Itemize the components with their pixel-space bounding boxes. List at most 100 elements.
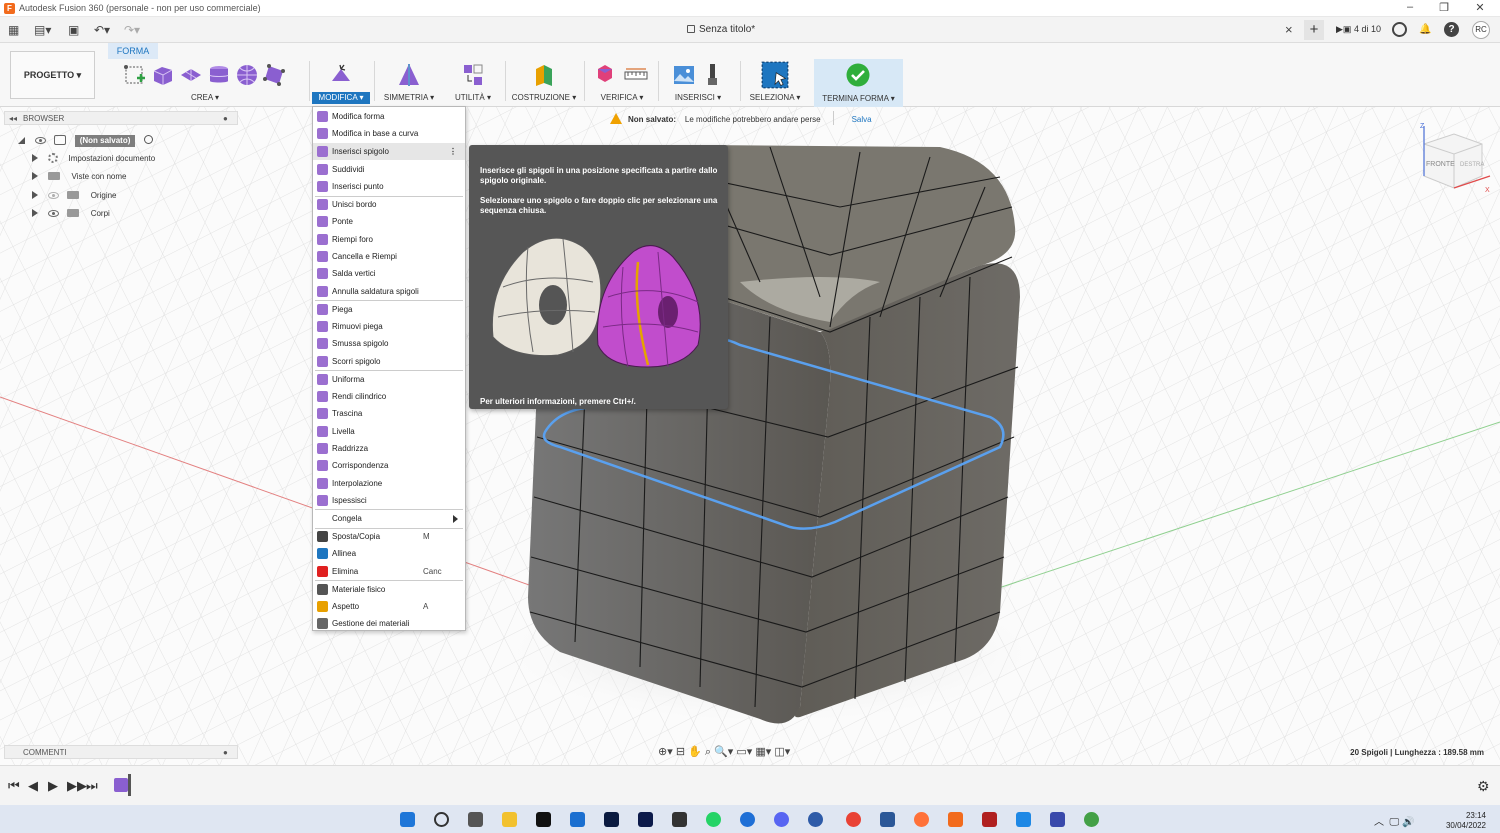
document-tab[interactable]: Senza titolo*: [687, 24, 755, 35]
new-tab-button[interactable]: +: [1304, 20, 1324, 40]
sketch-icon[interactable]: [123, 63, 147, 87]
inserisci-label[interactable]: INSERISCI ▾: [662, 93, 734, 102]
data-panel-grid-icon[interactable]: ▦: [8, 23, 19, 37]
select-icon[interactable]: [761, 61, 789, 89]
cylinder-icon[interactable]: [207, 63, 231, 87]
file-menu-icon[interactable]: ▤▾: [34, 23, 51, 37]
notifications-bell-icon[interactable]: 🔔: [1418, 22, 1433, 37]
zoom-icon[interactable]: ⌕: [705, 746, 711, 758]
netflix-icon[interactable]: [536, 812, 551, 827]
menu-item-insert-point[interactable]: Inserisci punto: [313, 178, 465, 195]
look-at-icon[interactable]: ⊟: [676, 746, 685, 758]
undo-icon[interactable]: ↶▾: [94, 23, 110, 37]
costruzione-label[interactable]: COSTRUZIONE ▾: [508, 93, 580, 102]
more-options-icon[interactable]: ⋮: [449, 143, 457, 160]
menu-item-match[interactable]: Corrispondenza: [313, 457, 465, 474]
expanded-triangle-icon[interactable]: [18, 137, 25, 144]
app-c-icon[interactable]: [1016, 812, 1031, 827]
modify-form-icon[interactable]: [329, 63, 353, 87]
fusion-taskbar-icon[interactable]: [948, 812, 963, 827]
active-radio-icon[interactable]: [143, 135, 153, 144]
measure-icon[interactable]: [624, 63, 648, 87]
step-forward-icon[interactable]: ▶▶: [67, 778, 87, 794]
verifica-label[interactable]: VERIFICA ▾: [590, 93, 654, 102]
menu-item-align[interactable]: Allinea: [313, 545, 465, 562]
menu-item-bridge[interactable]: Ponte: [313, 213, 465, 230]
menu-item-edit-curve[interactable]: Modifica in base a curva: [313, 125, 465, 142]
browser-item-origin[interactable]: Origine: [32, 188, 117, 204]
job-status-icon[interactable]: [1392, 22, 1407, 37]
menu-item-smooth[interactable]: Uniforma: [313, 371, 465, 388]
prime-video-icon[interactable]: [604, 812, 619, 827]
menu-item-thicken[interactable]: Ispessisci: [313, 492, 465, 509]
expand-triangle-icon[interactable]: [32, 191, 38, 199]
menu-item-physical-material[interactable]: Materiale fisico: [313, 581, 465, 598]
orbit-icon[interactable]: ⊕▾: [658, 746, 673, 758]
menu-item-edit-form[interactable]: Modifica forma: [313, 108, 465, 125]
expand-triangle-icon[interactable]: [32, 209, 38, 217]
app-globe-icon[interactable]: [1084, 812, 1099, 827]
crea-label[interactable]: CREA ▾: [105, 93, 305, 102]
timeline-settings-icon[interactable]: ⚙: [1477, 778, 1490, 795]
plane-icon[interactable]: [179, 63, 203, 87]
menu-item-erase-fill[interactable]: Cancella e Riempi: [313, 248, 465, 265]
browser-item-views[interactable]: Viste con nome: [32, 169, 126, 185]
utilities-icon[interactable]: [461, 63, 485, 87]
minimize-icon[interactable]: –: [1402, 1, 1418, 13]
grid-settings-icon[interactable]: ▦▾: [755, 746, 771, 758]
whatsapp-icon[interactable]: [706, 812, 721, 827]
project-menu-button[interactable]: PROGETTO ▾: [10, 51, 95, 99]
display-settings-icon[interactable]: ▭▾: [736, 746, 752, 758]
comments-pin-icon[interactable]: ●: [223, 746, 228, 759]
hidden-eye-icon[interactable]: [48, 192, 60, 199]
construction-plane-icon[interactable]: [532, 63, 556, 87]
browser-item-settings[interactable]: Impostazioni documento: [32, 151, 155, 167]
menu-item-straighten[interactable]: Raddrizza: [313, 440, 465, 457]
menu-item-fill-hole[interactable]: Riempi foro: [313, 231, 465, 248]
discord-icon[interactable]: [774, 812, 789, 827]
task-view-icon[interactable]: [468, 812, 483, 827]
pin-icon[interactable]: ●: [223, 112, 228, 125]
menu-item-appearance[interactable]: Aspetto A: [313, 598, 465, 615]
sphere-icon[interactable]: [235, 63, 259, 87]
menu-item-congela[interactable]: Congela: [313, 510, 465, 527]
collapse-browser-icon[interactable]: ◂◂: [9, 112, 17, 125]
app-red-icon[interactable]: [982, 812, 997, 827]
face-icon[interactable]: [263, 63, 287, 87]
utilita-label[interactable]: UTILITÀ ▾: [444, 93, 502, 102]
version-indicator[interactable]: ▶▣ 4 di 10: [1336, 24, 1381, 35]
chrome-icon[interactable]: [846, 812, 861, 827]
system-tray[interactable]: ︿ 🖵 🔊: [1374, 813, 1414, 828]
menu-item-merge-edge[interactable]: Unisci bordo: [313, 196, 465, 213]
step-back-icon[interactable]: ◀: [28, 778, 38, 794]
messenger-icon[interactable]: [740, 812, 755, 827]
form-feature-icon[interactable]: [114, 778, 128, 792]
menu-item-subdivide[interactable]: Suddividi: [313, 161, 465, 178]
file-explorer-icon[interactable]: [502, 812, 517, 827]
save-link[interactable]: Salva: [852, 115, 872, 124]
save-icon[interactable]: ▣: [68, 23, 79, 37]
browser-root-item[interactable]: (Non salvato): [18, 133, 153, 149]
finish-form-button[interactable]: TERMINA FORMA ▾: [814, 59, 903, 107]
seleziona-label[interactable]: SELEZIONA ▾: [744, 93, 806, 102]
viewports-icon[interactable]: ◫▾: [774, 746, 790, 758]
store-icon[interactable]: [570, 812, 585, 827]
timeline-marker[interactable]: [128, 774, 131, 796]
tab-forma[interactable]: FORMA: [108, 43, 158, 59]
expand-triangle-icon[interactable]: [32, 172, 38, 180]
user-avatar[interactable]: RC: [1472, 21, 1490, 39]
menu-item-manage-materials[interactable]: Gestione dei materiali: [313, 615, 465, 632]
menu-item-crease[interactable]: Piega: [313, 301, 465, 318]
symmetry-icon[interactable]: [397, 63, 421, 87]
restore-icon[interactable]: ❐: [1436, 1, 1452, 14]
clock[interactable]: 23:14 30/04/2022: [1446, 811, 1486, 831]
menu-item-flatten[interactable]: Livella: [313, 423, 465, 440]
analysis-icon[interactable]: [596, 63, 620, 87]
steam-icon[interactable]: [808, 812, 823, 827]
menu-item-bevel-edge[interactable]: Smussa spigolo: [313, 335, 465, 352]
menu-item-uncrease[interactable]: Rimuovi piega: [313, 318, 465, 335]
box-icon[interactable]: [151, 63, 175, 87]
redo-icon[interactable]: ↷▾: [124, 23, 140, 37]
help-icon[interactable]: ?: [1444, 22, 1459, 37]
menu-item-move[interactable]: Sposta/Copia M: [313, 528, 465, 545]
